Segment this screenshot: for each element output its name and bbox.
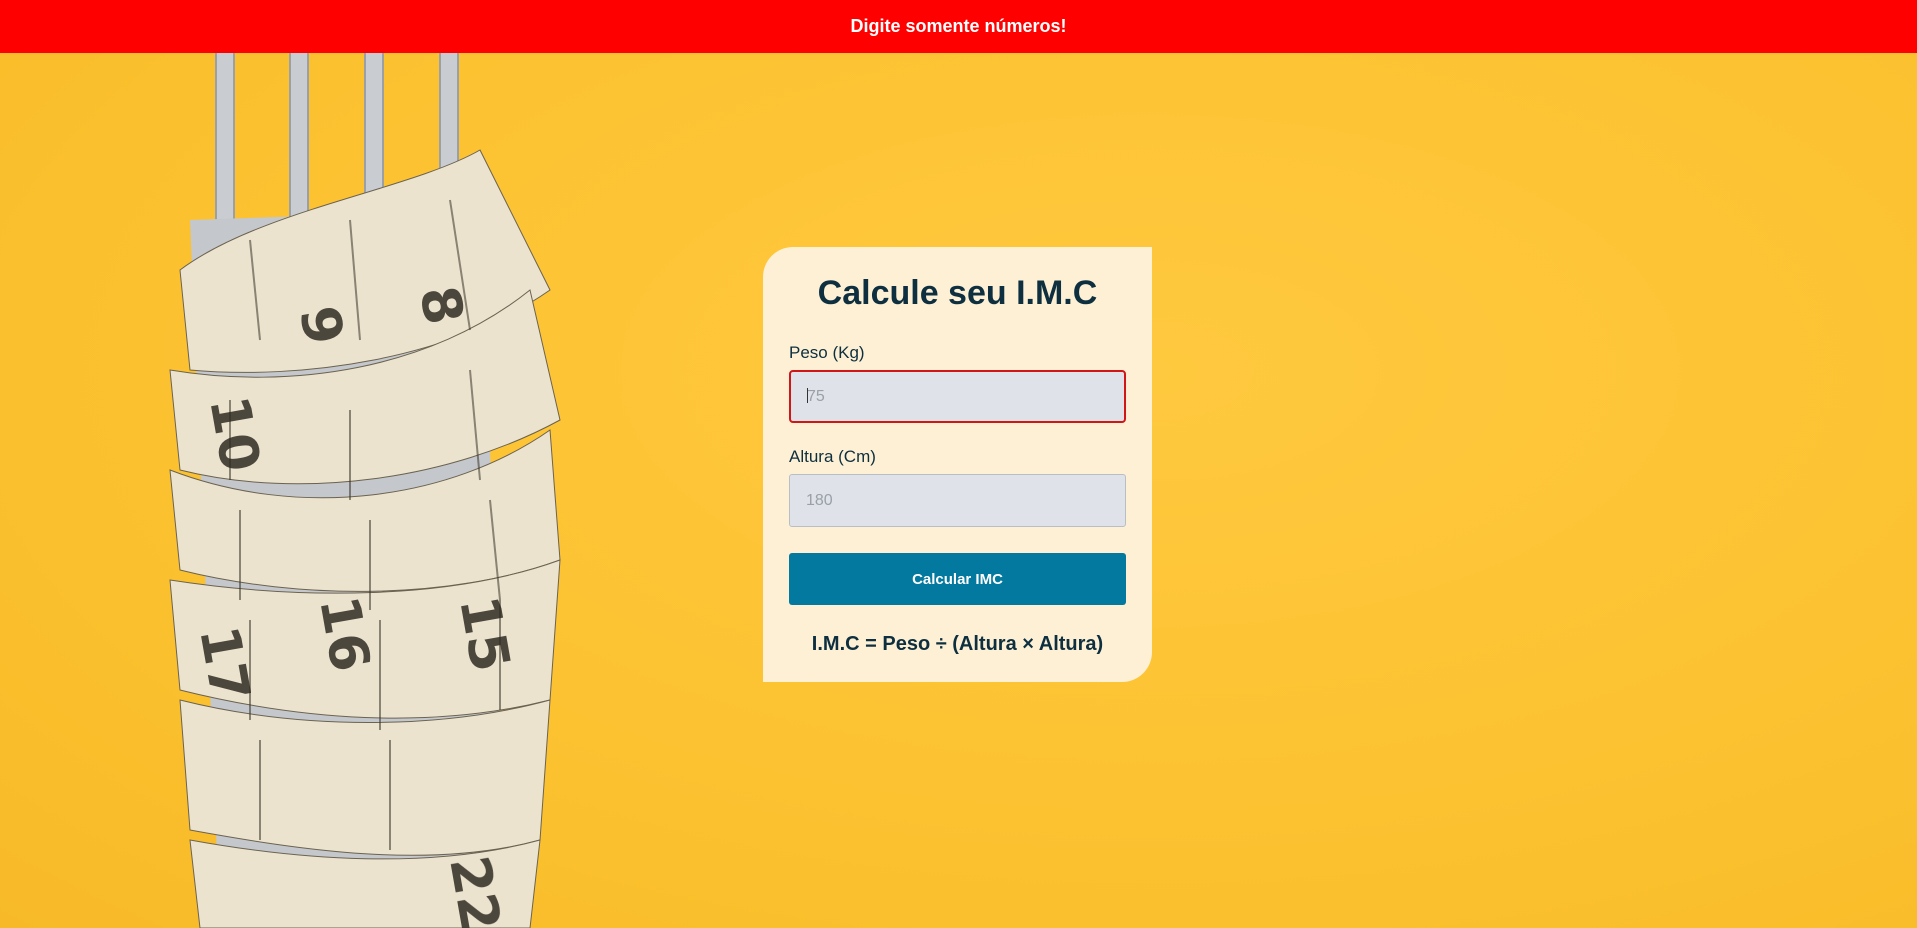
svg-text:10: 10	[197, 391, 272, 476]
calcular-imc-button[interactable]: Calcular IMC	[789, 553, 1126, 605]
fork-measuring-tape-icon: 8 9 10 16 17 15 22	[169, 40, 561, 928]
alert-message: Digite somente números!	[850, 16, 1067, 36]
imc-calculator-card: Calcule seu I.M.C Peso (Kg) Altura (Cm) …	[763, 247, 1152, 682]
error-alert-bar: Digite somente números!	[0, 0, 1917, 53]
card-title: Calcule seu I.M.C	[817, 274, 1098, 312]
text-cursor	[807, 388, 808, 403]
svg-text:22: 22	[437, 851, 512, 928]
altura-label: Altura (Cm)	[789, 447, 876, 466]
page: Digite somente números! 8 9 10 16 17 15 …	[0, 0, 1917, 928]
svg-text:16: 16	[307, 591, 382, 676]
svg-text:15: 15	[447, 591, 522, 676]
imc-formula: I.M.C = Peso ÷ (Altura × Altura)	[811, 633, 1104, 655]
peso-input[interactable]	[789, 370, 1126, 423]
svg-text:17: 17	[187, 621, 262, 706]
altura-input[interactable]	[789, 474, 1126, 527]
peso-label: Peso (Kg)	[789, 343, 865, 362]
